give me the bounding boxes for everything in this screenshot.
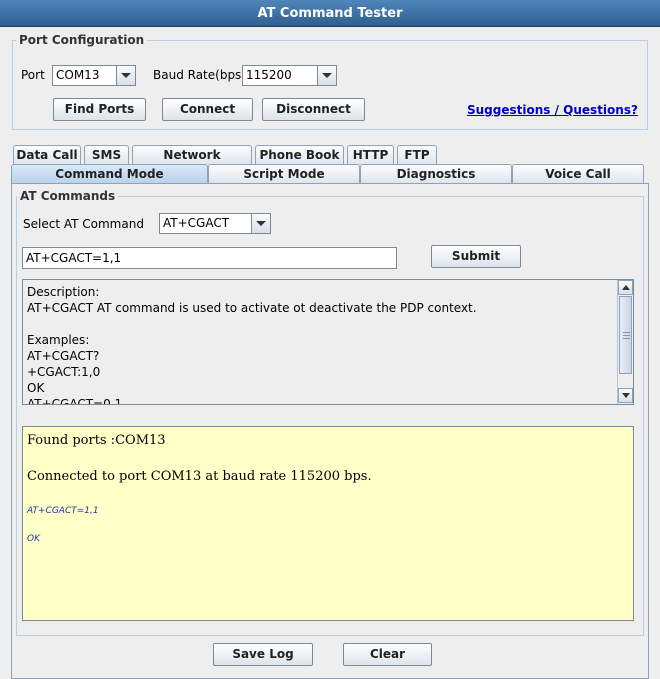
at-command-select[interactable]: AT+CGACT: [159, 213, 271, 234]
chevron-down-icon[interactable]: [317, 66, 336, 85]
baud-rate-select-value: 115200: [246, 68, 292, 82]
log-line-response: OK: [27, 534, 40, 544]
scroll-down-icon[interactable]: [618, 388, 633, 403]
log-line-command: AT+CGACT=1,1: [27, 506, 99, 516]
description-text: Description: AT+CGACT AT command is used…: [27, 285, 477, 405]
tab-command-mode[interactable]: Command Mode: [11, 164, 208, 183]
tab-sms[interactable]: SMS: [84, 145, 129, 164]
tab-ftp[interactable]: FTP: [397, 145, 437, 164]
tab-diagnostics[interactable]: Diagnostics: [360, 164, 512, 183]
clear-button[interactable]: Clear: [343, 643, 432, 666]
find-ports-button[interactable]: Find Ports: [53, 98, 146, 121]
tab-script-mode[interactable]: Script Mode: [208, 164, 360, 183]
port-select[interactable]: COM13: [52, 65, 136, 86]
tab-http[interactable]: HTTP: [347, 145, 394, 164]
log-line-found-ports: Found ports :COM13: [27, 433, 166, 448]
submit-button[interactable]: Submit: [431, 245, 521, 268]
chevron-down-icon[interactable]: [116, 66, 135, 85]
tab-data-call[interactable]: Data Call: [13, 145, 81, 164]
log-line-connected: Connected to port COM13 at baud rate 115…: [27, 469, 372, 484]
connect-button[interactable]: Connect: [162, 98, 253, 121]
at-commands-title: AT Commands: [17, 189, 119, 203]
baud-rate-select[interactable]: 115200: [242, 65, 337, 86]
port-label: Port: [21, 68, 45, 82]
tab-phone-book[interactable]: Phone Book: [255, 145, 344, 164]
tab-voice-call[interactable]: Voice Call: [512, 164, 644, 183]
at-command-input[interactable]: AT+CGACT=1,1: [22, 247, 397, 269]
baud-rate-label: Baud Rate(bps): [153, 68, 246, 82]
select-at-command-label: Select AT Command: [23, 217, 144, 231]
disconnect-button[interactable]: Disconnect: [262, 98, 365, 121]
scroll-thumb[interactable]: [619, 296, 632, 374]
window-title: AT Command Tester: [0, 0, 660, 27]
chevron-down-icon[interactable]: [251, 214, 270, 233]
at-command-select-value: AT+CGACT: [163, 216, 230, 230]
tab-network-selection[interactable]: Network Selection: [132, 145, 252, 180]
port-configuration-title: Port Configuration: [16, 33, 148, 47]
save-log-button[interactable]: Save Log: [213, 643, 313, 666]
log-output[interactable]: Found ports :COM13 Connected to port COM…: [22, 426, 634, 621]
description-box[interactable]: Description: AT+CGACT AT command is used…: [22, 279, 634, 405]
scroll-up-icon[interactable]: [618, 280, 633, 295]
port-select-value: COM13: [56, 68, 100, 82]
description-scrollbar[interactable]: [617, 280, 633, 404]
suggestions-link[interactable]: Suggestions / Questions?: [467, 103, 638, 117]
